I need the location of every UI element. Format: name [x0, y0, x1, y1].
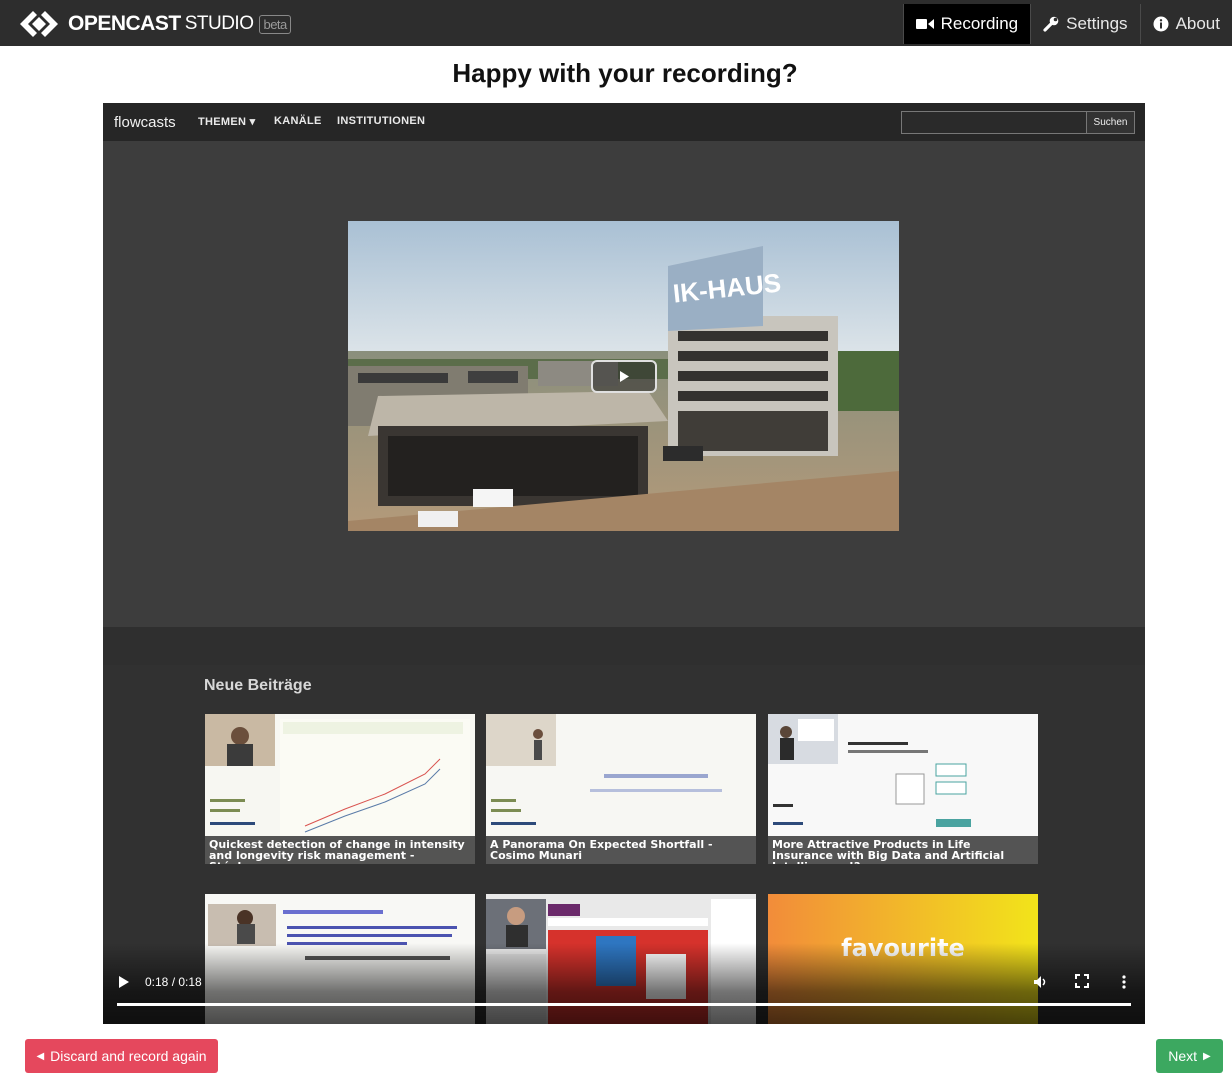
video-card-caption: A Panorama On Expected Shortfall - Cosim…	[486, 836, 756, 864]
more-options-icon[interactable]	[1121, 974, 1127, 990]
video-card-caption: Quickest detection of change in intensit…	[205, 836, 475, 864]
opencast-logo-icon	[20, 11, 58, 37]
captured-site-band	[103, 627, 1145, 665]
captured-site-brand: flowcasts	[114, 114, 176, 131]
chevron-right-icon: ▶	[1203, 1050, 1211, 1062]
beta-badge: beta	[259, 14, 291, 34]
next-button[interactable]: Next ▶	[1156, 1039, 1223, 1073]
captured-site-navbar: flowcasts THEMEN ▾ KANÄLE INSTITUTIONEN …	[103, 103, 1145, 141]
wrench-icon	[1043, 16, 1059, 32]
captured-site-search-button: Suchen	[1086, 112, 1134, 133]
captured-site-search: Suchen	[901, 111, 1135, 134]
captured-site-link-themen: THEMEN ▾	[198, 116, 256, 128]
nav-about[interactable]: About	[1139, 4, 1232, 44]
next-button-label: Next	[1168, 1048, 1198, 1064]
info-circle-icon	[1153, 16, 1169, 32]
captured-site-link-institutionen: INSTITUTIONEN	[337, 115, 426, 127]
discard-button[interactable]: ◀ Discard and record again	[25, 1039, 218, 1073]
video-camera-icon	[915, 19, 934, 29]
player-controls-shade	[103, 943, 1145, 1024]
video-card: A Panorama On Expected Shortfall - Cosim…	[486, 714, 756, 864]
nav-settings[interactable]: Settings	[1030, 4, 1139, 44]
captured-site-link-kanaele: KANÄLE	[274, 115, 322, 127]
discard-button-label: Discard and record again	[50, 1048, 207, 1064]
main-nav: Recording Settings About	[902, 4, 1232, 44]
logo-text-bold: OPENCAST	[68, 12, 181, 35]
opencast-logo[interactable]: OPENCAST STUDIO beta	[18, 9, 291, 39]
nav-recording[interactable]: Recording	[902, 4, 1031, 44]
logo-text-light: STUDIO	[184, 13, 254, 34]
nav-recording-label: Recording	[940, 14, 1019, 33]
nav-settings-label: Settings	[1066, 14, 1128, 33]
video-card: Quickest detection of change in intensit…	[205, 714, 475, 864]
captured-section-title: Neue Beiträge	[204, 677, 312, 694]
player-play-icon[interactable]	[119, 976, 129, 988]
preview-play-button	[591, 360, 657, 393]
video-card: More Attractive Products in Life Insuran…	[768, 714, 1038, 864]
chevron-left-icon: ◀	[36, 1050, 45, 1062]
player-time: 0:18 / 0:18	[145, 975, 202, 989]
recording-video-player[interactable]: flowcasts THEMEN ▾ KANÄLE INSTITUTIONEN …	[103, 103, 1145, 1024]
page-title: Happy with your recording?	[452, 58, 798, 88]
nav-about-label: About	[1175, 14, 1220, 33]
player-progress-bar[interactable]	[117, 1003, 1131, 1006]
fullscreen-icon[interactable]	[1075, 974, 1089, 988]
volume-icon[interactable]	[1033, 974, 1049, 990]
play-icon	[620, 371, 629, 382]
video-card-caption: More Attractive Products in Life Insuran…	[768, 836, 1038, 864]
top-navbar: OPENCAST STUDIO beta Recording Settings …	[0, 0, 1232, 46]
